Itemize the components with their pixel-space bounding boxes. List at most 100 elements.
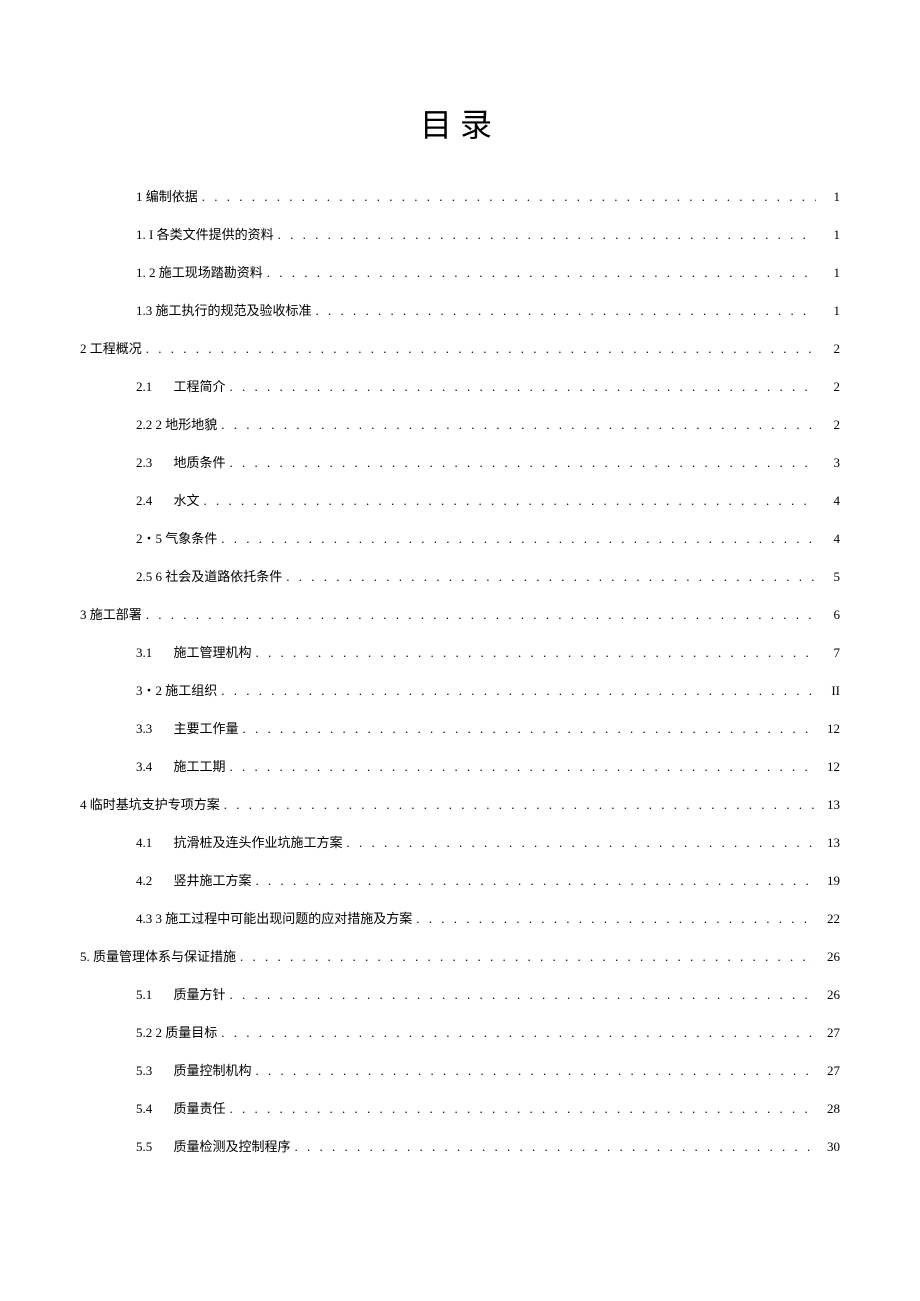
toc-page-number: 2 xyxy=(820,341,840,357)
toc-label: 2.1 工程简介 xyxy=(136,376,226,395)
toc-label: 5.1 质量方针 xyxy=(136,984,226,1003)
toc-leader-dots xyxy=(347,835,816,851)
toc-page-number: 19 xyxy=(820,873,840,889)
toc-number: 2・5 xyxy=(136,528,162,547)
toc-label: 3.3 主要工作量 xyxy=(136,718,239,737)
toc-entry: 5.5 质量检测及控制程序30 xyxy=(80,1136,840,1155)
toc-text: 施工部署 xyxy=(90,604,142,623)
toc-text: 抗滑桩及连头作业坑施工方案 xyxy=(174,832,343,851)
toc-label: 2.3 地质条件 xyxy=(136,452,226,471)
toc-text: 主要工作量 xyxy=(174,718,239,737)
toc-leader-dots xyxy=(146,607,816,623)
toc-page-number: 30 xyxy=(820,1139,840,1155)
toc-page-number: 13 xyxy=(820,835,840,851)
toc-entry: 2.3 地质条件 3 xyxy=(80,452,840,471)
toc-page-number: 26 xyxy=(820,949,840,965)
toc-container: 1 编制依据11. I 各类文件提供的资料11. 2 施工现场踏勘资料11.3 … xyxy=(80,186,840,1155)
toc-text: 工程简介 xyxy=(174,376,226,395)
toc-leader-dots xyxy=(224,797,816,813)
toc-label: 3.4 施工工期 xyxy=(136,756,226,775)
toc-label: 3.1 施工管理机构 xyxy=(136,642,252,661)
toc-text: 地质条件 xyxy=(174,452,226,471)
toc-text: 质量控制机构 xyxy=(174,1060,252,1079)
toc-entry: 2 工程概况2 xyxy=(80,338,840,357)
toc-number: 5.2 2 xyxy=(136,1025,162,1041)
toc-page-number: 13 xyxy=(820,797,840,813)
toc-leader-dots xyxy=(240,949,816,965)
toc-entry: 1.3 施工执行的规范及验收标准1 xyxy=(80,300,840,319)
toc-label: 5.3 质量控制机构 xyxy=(136,1060,252,1079)
toc-page-number: 6 xyxy=(820,607,840,623)
toc-number: 4.3 3 xyxy=(136,911,162,927)
toc-text: 施工工期 xyxy=(174,756,226,775)
toc-leader-dots xyxy=(230,379,816,395)
toc-page-number: 1 xyxy=(820,265,840,281)
toc-entry: 5.1 质量方针26 xyxy=(80,984,840,1003)
toc-leader-dots xyxy=(221,417,816,433)
toc-number: 5.4 xyxy=(136,1101,152,1117)
toc-leader-dots xyxy=(204,493,816,509)
toc-entry: 3 施工部署6 xyxy=(80,604,840,623)
toc-number: 4.2 xyxy=(136,873,152,889)
toc-leader-dots xyxy=(221,1025,816,1041)
toc-page-number: 22 xyxy=(820,911,840,927)
toc-label: 2・5 气象条件 xyxy=(136,528,217,547)
toc-page-number: 2 xyxy=(820,379,840,395)
toc-entry: 1 编制依据1 xyxy=(80,186,840,205)
toc-text: 地形地貌 xyxy=(165,414,217,433)
toc-leader-dots xyxy=(243,721,816,737)
toc-number: 2.4 xyxy=(136,493,152,509)
toc-entry: 2.4 水文 4 xyxy=(80,490,840,509)
toc-text: 竖井施工方案 xyxy=(174,870,252,889)
toc-number: 5.3 xyxy=(136,1063,152,1079)
toc-entry: 1. I 各类文件提供的资料 1 xyxy=(80,224,840,243)
toc-number: 2 xyxy=(80,341,87,357)
toc-number: 4.1 xyxy=(136,835,152,851)
toc-leader-dots xyxy=(230,987,816,1003)
toc-text: 水文 xyxy=(174,490,200,509)
toc-text: 社会及道路依托条件 xyxy=(165,566,282,585)
toc-number: 3.1 xyxy=(136,645,152,661)
toc-title: 目录 xyxy=(80,100,840,146)
toc-label: 4 临时基坑支护专项方案 xyxy=(80,794,220,813)
toc-label: 2.5 6 社会及道路依托条件 xyxy=(136,566,282,585)
toc-leader-dots xyxy=(316,303,816,319)
toc-entry: 3.3 主要工作量 12 xyxy=(80,718,840,737)
toc-page-number: 7 xyxy=(820,645,840,661)
toc-text: 质量检测及控制程序 xyxy=(174,1136,291,1155)
toc-label: 2.2 2 地形地貌 xyxy=(136,414,217,433)
toc-number: 2.3 xyxy=(136,455,152,471)
toc-label: 4.2 竖井施工方案 xyxy=(136,870,252,889)
toc-label: 1. I 各类文件提供的资料 xyxy=(136,224,274,243)
toc-number: 1. 2 xyxy=(136,265,156,281)
toc-label: 4.3 3 施工过程中可能出现问题的应对措施及方案 xyxy=(136,908,412,927)
toc-leader-dots xyxy=(221,683,816,699)
toc-number: 5. xyxy=(80,949,90,965)
toc-entry: 5. 质量管理体系与保证措施26 xyxy=(80,946,840,965)
toc-page-number: 1 xyxy=(820,303,840,319)
toc-number: 4 xyxy=(80,797,87,813)
toc-page-number: 1 xyxy=(820,227,840,243)
toc-text: 质量目标 xyxy=(165,1022,217,1041)
toc-number: 1. I xyxy=(136,227,153,243)
toc-label: 5.4 质量责任 xyxy=(136,1098,226,1117)
toc-label: 5.2 2 质量目标 xyxy=(136,1022,217,1041)
toc-leader-dots xyxy=(256,873,816,889)
toc-page-number: 4 xyxy=(820,493,840,509)
toc-number: 3.4 xyxy=(136,759,152,775)
toc-text: 编制依据 xyxy=(146,186,198,205)
toc-leader-dots xyxy=(256,645,816,661)
toc-entry: 2.2 2 地形地貌2 xyxy=(80,414,840,433)
toc-number: 2.1 xyxy=(136,379,152,395)
toc-entry: 3・2 施工组织II xyxy=(80,680,840,699)
toc-entry: 4.3 3 施工过程中可能出现问题的应对措施及方案 22 xyxy=(80,908,840,927)
toc-entry: 4.2 竖井施工方案 19 xyxy=(80,870,840,889)
toc-number: 1 xyxy=(136,189,143,205)
toc-page-number: 12 xyxy=(820,721,840,737)
toc-leader-dots xyxy=(267,265,816,281)
toc-page-number: 3 xyxy=(820,455,840,471)
toc-leader-dots xyxy=(295,1139,816,1155)
toc-number: 1.3 xyxy=(136,303,152,319)
toc-leader-dots xyxy=(256,1063,816,1079)
toc-page-number: 27 xyxy=(820,1025,840,1041)
